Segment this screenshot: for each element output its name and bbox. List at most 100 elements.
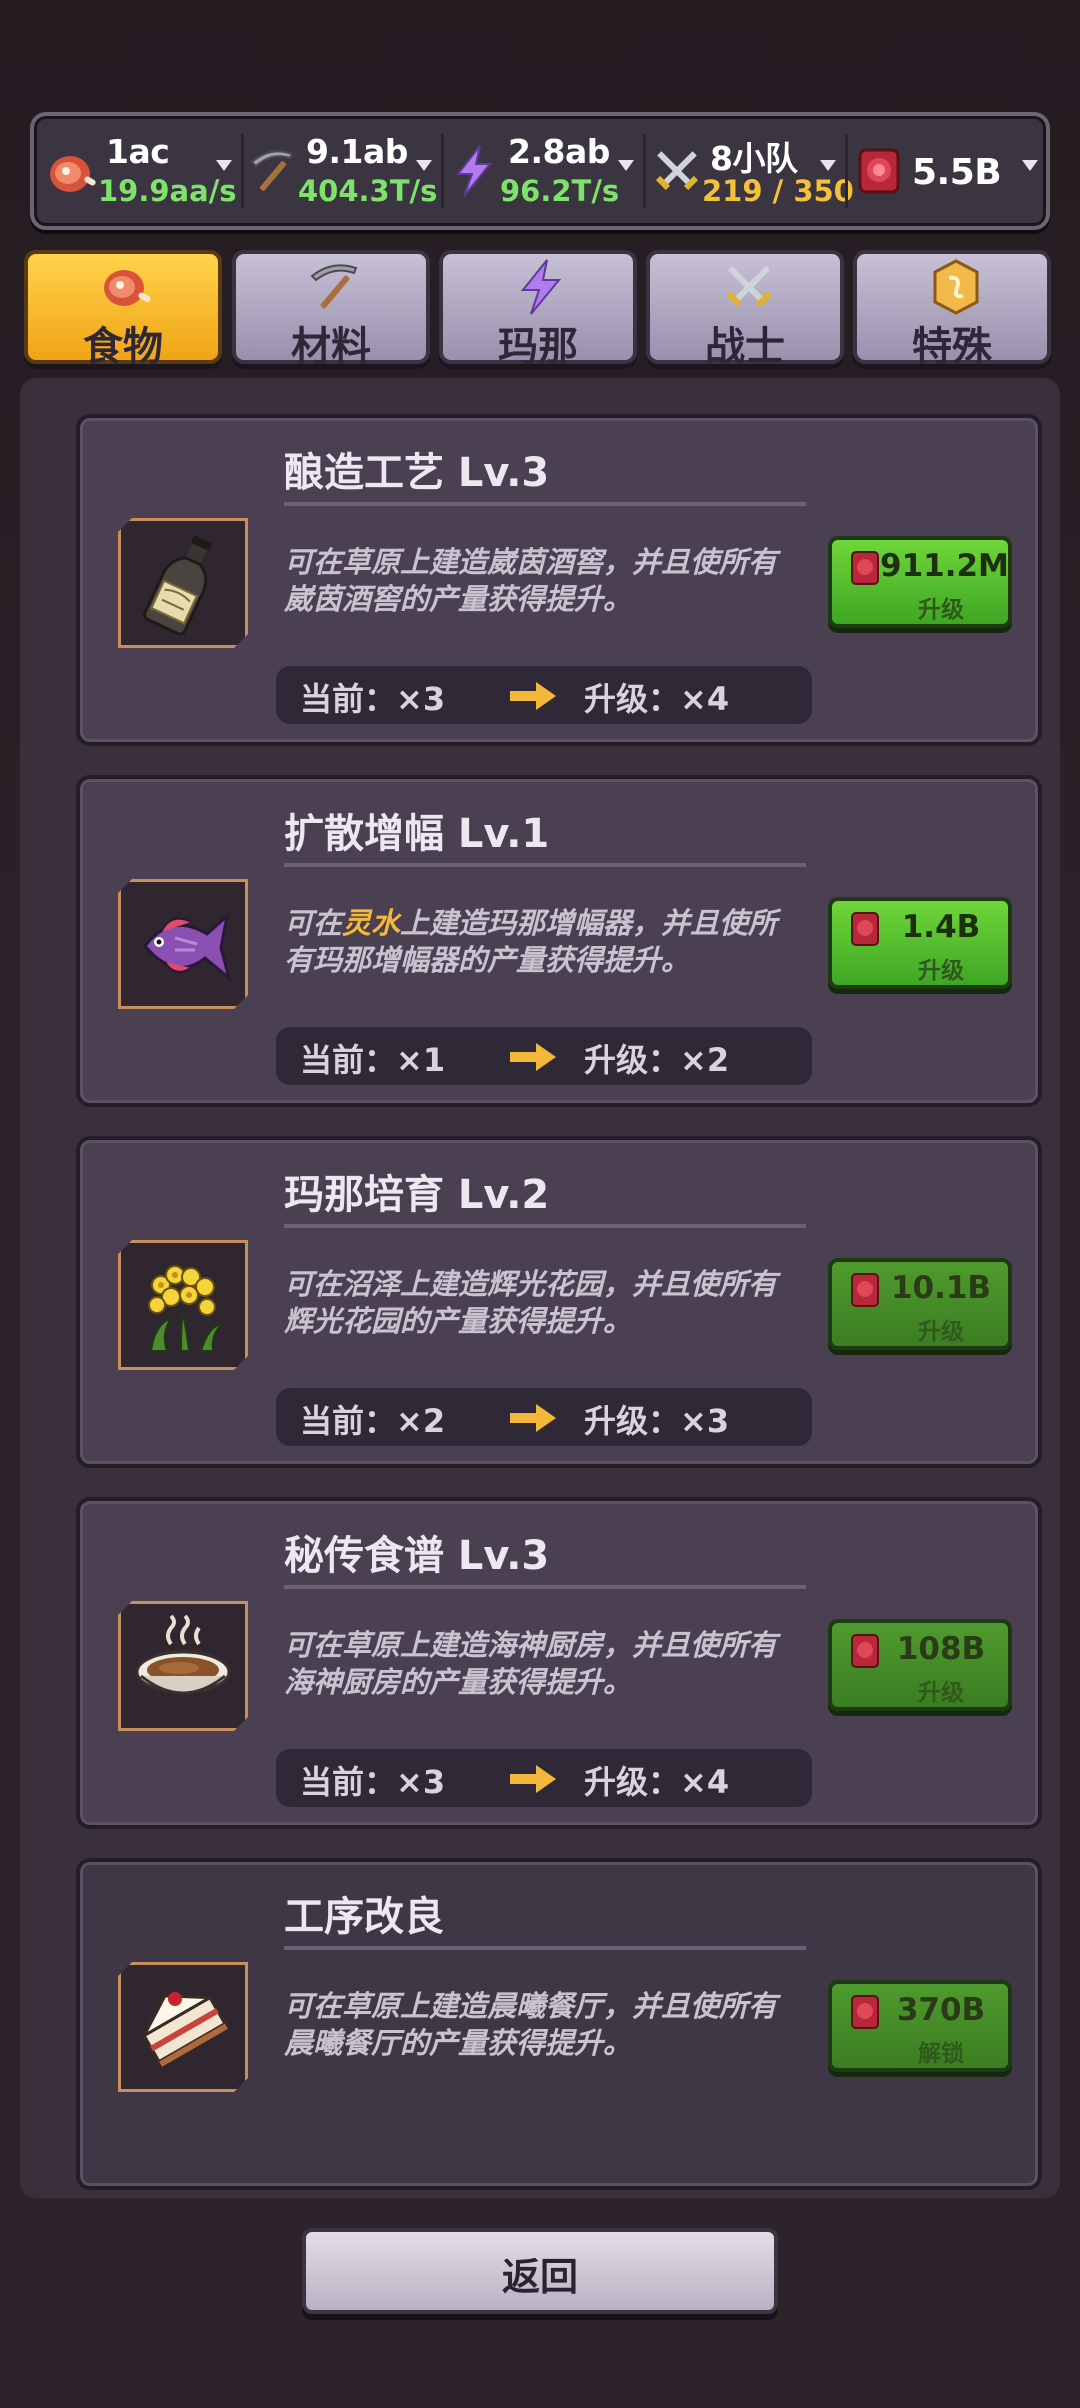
upgrade-description: 可在灵水上建造玛那增幅器，并且使所有玛那增幅器的产量获得提升。	[284, 906, 778, 977]
multiplier-bar: 当前：×3 升级：×4	[276, 1749, 812, 1807]
next-multiplier: 升级：×3	[584, 1402, 730, 1440]
upgrade-description: 可在草原上建造海神厨房，并且使所有海神厨房的产量获得提升。	[284, 1628, 778, 1699]
tab-label: 材料	[291, 324, 371, 370]
upgrade-card: 酿造工艺 Lv.3 可在草原上建造崴茵酒窖，并且使所有崴茵酒窖的产量获得提升。 …	[76, 414, 1042, 746]
next-multiplier: 升级：×2	[584, 1041, 730, 1079]
red-gem-icon	[851, 1273, 879, 1307]
material-amount: 9.1ab	[306, 132, 408, 171]
multiplier-bar: 当前：×3 升级：×4	[276, 666, 812, 724]
upgrade-title: 工序改良	[284, 1894, 444, 1940]
upgrade-button[interactable]: 108B 升级	[828, 1619, 1012, 1711]
back-button-label: 返回	[501, 2255, 578, 2299]
meat-icon	[50, 156, 96, 192]
red-gem-icon	[858, 148, 900, 194]
rune-stone-icon	[933, 259, 979, 315]
upgrade-button[interactable]: 911.2M 升级	[828, 536, 1012, 628]
resource-warriors[interactable]: 8小队 219 / 350	[644, 130, 854, 212]
tab-material[interactable]: 材料	[232, 250, 430, 370]
chevron-down-icon	[820, 160, 836, 171]
upgrade-list-panel: 酿造工艺 Lv.3 可在草原上建造崴茵酒窖，并且使所有崴茵酒窖的产量获得提升。 …	[20, 378, 1060, 2198]
chevron-down-icon	[618, 160, 634, 171]
upgrade-cost: 1.4B	[901, 909, 981, 945]
pickaxe-icon	[310, 264, 358, 309]
warrior-capacity: 219 / 350	[702, 174, 854, 208]
upgrade-thumbnail	[118, 1601, 248, 1731]
arrow-right-icon	[510, 682, 556, 710]
food-rate: 19.9aa/s	[98, 174, 237, 208]
arrow-right-icon	[510, 1404, 556, 1432]
upgrade-action-label: 升级	[918, 958, 964, 984]
red-gem-icon	[851, 1995, 879, 2029]
pickaxe-icon	[250, 150, 294, 191]
arrow-right-icon	[510, 1043, 556, 1071]
upgrade-description: 可在草原上建造崴茵酒窖，并且使所有崴茵酒窖的产量获得提升。	[284, 545, 778, 616]
upgrade-button[interactable]: 1.4B 升级	[828, 897, 1012, 989]
bottle-icon	[131, 531, 235, 635]
squad-count: 8小队	[710, 139, 798, 178]
tab-food[interactable]: 食物	[24, 250, 222, 370]
chevron-down-icon	[216, 160, 232, 171]
yellow-flower-icon	[131, 1253, 235, 1357]
upgrade-action-label: 升级	[918, 597, 964, 623]
upgrade-thumbnail	[118, 518, 248, 648]
food-amount: 1ac	[106, 132, 170, 171]
multiplier-bar: 当前：×2 升级：×3	[276, 1388, 812, 1446]
upgrade-cost: 911.2M	[880, 548, 1009, 584]
mana-amount: 2.8ab	[508, 132, 610, 171]
upgrade-title: 玛那培育 Lv.2	[284, 1172, 550, 1218]
tab-label: 玛那	[498, 324, 578, 370]
resource-material[interactable]: 9.1ab 404.3T/s	[240, 130, 444, 212]
highlight-terrain: 灵水	[342, 906, 401, 940]
upgrade-description: 可在草原上建造晨曦餐厅，并且使所有晨曦餐厅的产量获得提升。	[284, 1989, 778, 2060]
red-gem-icon	[851, 551, 879, 585]
current-multiplier: 当前：×3	[300, 680, 446, 718]
lightning-icon	[520, 259, 562, 315]
tab-label: 食物	[83, 324, 163, 370]
soup-bowl-icon	[131, 1614, 235, 1718]
back-button[interactable]: 返回	[302, 2228, 778, 2314]
red-gem-icon	[851, 1634, 879, 1668]
arrow-right-icon	[510, 1765, 556, 1793]
current-multiplier: 当前：×1	[300, 1041, 446, 1079]
next-multiplier: 升级：×4	[584, 1763, 730, 1801]
unlock-button[interactable]: 370B 解锁	[828, 1980, 1012, 2072]
resource-gems[interactable]: 5.5B	[846, 130, 1042, 212]
upgrade-description: 可在沼泽上建造辉光花园，并且使所有辉光花园的产量获得提升。	[284, 1267, 778, 1338]
material-rate: 404.3T/s	[298, 174, 438, 208]
unlock-action-label: 解锁	[918, 2041, 964, 2067]
upgrade-action-label: 升级	[918, 1680, 964, 1706]
fish-icon	[131, 892, 235, 996]
upgrade-thumbnail	[118, 1962, 248, 2092]
multiplier-bar: 当前：×1 升级：×2	[276, 1027, 812, 1085]
tab-special[interactable]: 特殊	[853, 250, 1051, 370]
cake-slice-icon	[131, 1975, 235, 2079]
upgrade-card-locked: 工序改良 可在草原上建造晨曦餐厅，并且使所有晨曦餐厅的产量获得提升。 370B …	[76, 1858, 1042, 2190]
upgrade-card: 玛那培育 Lv.2 可在沼泽上建造辉光花园，并且使所有辉光花园的产量获得提升。 …	[76, 1136, 1042, 1468]
crossed-swords-icon	[655, 151, 699, 191]
upgrade-action-label: 升级	[918, 1319, 964, 1345]
lightning-icon	[455, 145, 493, 197]
upgrade-cost: 108B	[896, 1631, 986, 1667]
mana-rate: 96.2T/s	[500, 174, 620, 208]
current-multiplier: 当前：×2	[300, 1402, 446, 1440]
tab-mana[interactable]: 玛那	[439, 250, 637, 370]
chevron-down-icon	[416, 160, 432, 171]
upgrade-title: 秘传食谱 Lv.3	[284, 1533, 550, 1579]
tab-label: 特殊	[912, 324, 992, 370]
resource-mana[interactable]: 2.8ab 96.2T/s	[442, 130, 646, 212]
upgrade-card: 秘传食谱 Lv.3 可在草原上建造海神厨房，并且使所有海神厨房的产量获得提升。 …	[76, 1497, 1042, 1829]
tab-label: 战士	[705, 324, 785, 370]
next-multiplier: 升级：×4	[584, 680, 730, 718]
crossed-swords-icon	[726, 265, 772, 307]
upgrade-title: 扩散增幅 Lv.1	[284, 811, 550, 857]
upgrade-cost: 10.1B	[890, 1270, 992, 1306]
upgrade-card: 扩散增幅 Lv.1 可在灵水上建造玛那增幅器，并且使所有玛那增幅器的产量获得提升…	[76, 775, 1042, 1107]
chevron-down-icon	[1022, 160, 1038, 171]
upgrade-thumbnail	[118, 879, 248, 1009]
upgrade-button[interactable]: 10.1B 升级	[828, 1258, 1012, 1350]
unlock-cost: 370B	[896, 1992, 986, 2028]
tab-warrior[interactable]: 战士	[646, 250, 844, 370]
resource-bar: 1ac 19.9aa/s 9.1ab 404.3T/s 2.8ab 96.2T/…	[30, 112, 1050, 230]
gem-amount: 5.5B	[912, 152, 1002, 193]
resource-food[interactable]: 1ac 19.9aa/s	[40, 130, 244, 212]
